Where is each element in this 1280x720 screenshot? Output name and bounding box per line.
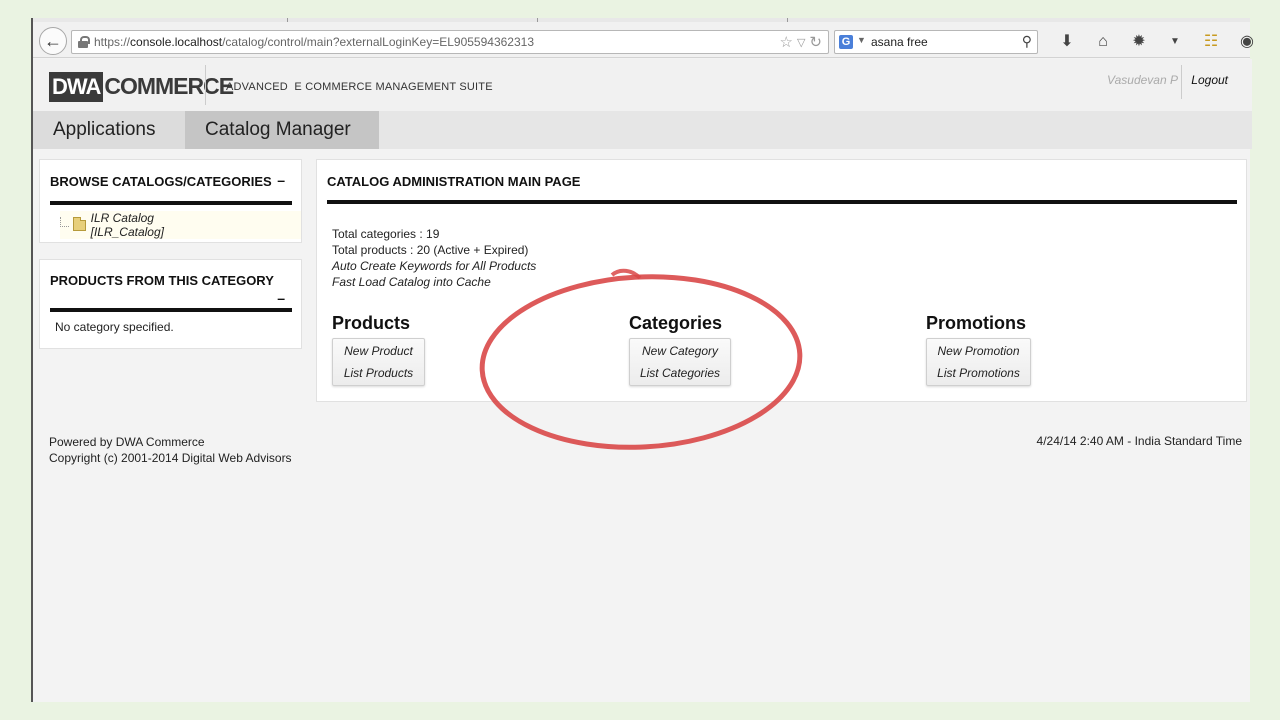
key-icon[interactable]: ☷ [1193,31,1229,53]
browse-panel-title: BROWSE CATALOGS/CATEGORIES [50,174,272,189]
total-categories: Total categories : 19 [332,227,440,241]
fast-load-link[interactable]: Fast Load Catalog into Cache [332,274,536,290]
bug-icon[interactable]: ✹ [1121,31,1157,53]
main-panel: CATALOG ADMINISTRATION MAIN PAGE Total c… [316,159,1247,402]
user-name[interactable]: Vasudevan P [1107,73,1178,87]
tab-applications[interactable]: Applications [33,111,185,149]
copyright: Copyright (c) 2001-2014 Digital Web Advi… [49,451,292,465]
dropdown-arrow-icon[interactable]: ▽ [797,33,805,53]
list-products-button[interactable]: List Products [333,363,424,383]
powered-by: Powered by DWA Commerce [49,435,205,449]
url-bar[interactable]: https://console.localhost/catalog/contro… [71,30,829,54]
folder-icon [73,216,86,231]
extension-icon[interactable]: ◉ [1229,31,1265,53]
menu-dropdown-icon[interactable]: ▼ [1157,31,1193,53]
products-heading: Products [332,313,411,333]
lock-icon [78,36,90,48]
back-arrow-icon[interactable]: ← [39,27,67,55]
app-nav: Applications Catalog Manager [33,111,1252,149]
suite-title: ADVANCED E COMMERCE MANAGEMENT SUITE [226,81,493,93]
total-products: Total products : 20 (Active + Expired) [332,243,529,257]
search-engine-dropdown-icon[interactable]: ▼ [857,35,866,45]
url-text: https://console.localhost/catalog/contro… [94,35,534,49]
products-panel-title: PRODUCTS FROM THIS CATEGORY [50,273,274,288]
divider [50,201,292,205]
bookmark-star-icon[interactable]: ☆ [780,33,793,53]
divider [50,308,292,312]
footer-credits: Powered by DWA Commerce Copyright (c) 20… [49,434,292,466]
browse-panel: BROWSE CATALOGS/CATEGORIES – ILR Catalog… [39,159,302,243]
products-actions: New Product List Products [332,338,425,386]
divider [327,200,1237,204]
tree-branch-icon [60,217,70,227]
browser-navbar: ← https://console.localhost/catalog/cont… [33,22,1254,58]
collapse-icon[interactable]: – [277,172,285,188]
categories-actions: New Category List Categories [629,338,731,386]
page-title: CATALOG ADMINISTRATION MAIN PAGE [327,174,581,189]
list-categories-button[interactable]: List Categories [630,363,730,383]
browser-window: ← https://console.localhost/catalog/cont… [31,18,1254,702]
products-panel: PRODUCTS FROM THIS CATEGORY – No categor… [39,259,302,349]
home-icon[interactable]: ⌂ [1085,31,1121,53]
divider [205,65,206,105]
tab-catalog-manager[interactable]: Catalog Manager [185,111,379,149]
footer-timestamp: 4/24/14 2:40 AM - India Standard Time [1036,434,1242,448]
reload-icon[interactable]: ↻ [809,33,822,53]
tree-item-label: ILR Catalog [ILR_Catalog] [90,211,164,239]
new-promotion-button[interactable]: New Promotion [927,341,1030,361]
collapse-icon[interactable]: – [277,290,285,306]
search-input[interactable]: asana free [871,35,928,49]
auto-keywords-link[interactable]: Auto Create Keywords for All Products [332,258,536,274]
google-icon[interactable]: G [839,35,853,49]
promotions-actions: New Promotion List Promotions [926,338,1031,386]
download-icon[interactable]: ⬇ [1049,31,1085,53]
categories-heading: Categories [629,313,723,333]
logout-link[interactable]: Logout [1191,73,1228,87]
divider [1181,65,1182,99]
list-promotions-button[interactable]: List Promotions [927,363,1030,383]
new-category-button[interactable]: New Category [630,341,730,361]
search-icon[interactable]: ⚲ [1022,33,1032,50]
promotions-heading: Promotions [926,313,1027,333]
app-header: DWA COMMERCE ADVANCED E COMMERCE MANAGEM… [33,59,1252,111]
tree-item-catalog[interactable]: ILR Catalog [ILR_Catalog] [60,211,301,239]
search-bar[interactable]: G ▼ asana free ⚲ [834,30,1038,54]
new-product-button[interactable]: New Product [333,341,424,361]
empty-message: No category specified. [55,320,174,334]
